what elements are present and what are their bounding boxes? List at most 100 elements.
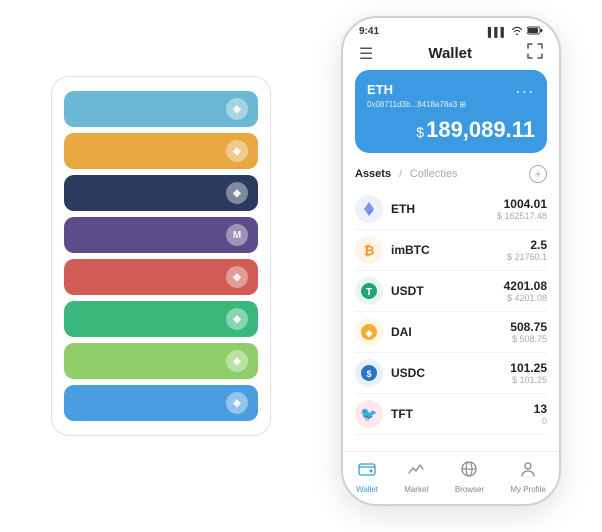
nav-icon-my-profile — [519, 460, 537, 483]
scene: ◆ ◆ ◆ M ◆ ◆ ◆ ◆ 9:41 ▌▌▌ ☰ — [21, 16, 581, 516]
card-item: ◆ — [64, 301, 258, 337]
nav-icon-browser — [460, 460, 478, 483]
asset-left: $ USDC — [355, 359, 425, 387]
asset-right: 4201.08$ 4201.08 — [504, 279, 547, 303]
phone: 9:41 ▌▌▌ ☰ Wallet — [341, 16, 561, 506]
nav-label-my-profile: My Profile — [510, 485, 546, 494]
asset-name: USDC — [391, 366, 425, 380]
asset-left: T USDT — [355, 277, 424, 305]
asset-icon-imbtc: ₿ — [355, 236, 383, 264]
nav-icon-wallet — [358, 460, 376, 483]
asset-amount: 4201.08 — [504, 279, 547, 293]
assets-header: Assets / Collecties + — [343, 161, 559, 189]
asset-usd: 0 — [534, 416, 547, 426]
battery-icon — [527, 26, 543, 37]
top-nav: ☰ Wallet — [343, 41, 559, 70]
expand-icon[interactable] — [527, 43, 543, 64]
card-item-icon: ◆ — [226, 392, 248, 414]
card-item-icon: ◆ — [226, 308, 248, 330]
asset-icon-dai: ◈ — [355, 318, 383, 346]
asset-icon-tft: 🐦 — [355, 400, 383, 428]
card-item-icon: ◆ — [226, 182, 248, 204]
nav-item-wallet[interactable]: Wallet — [356, 460, 378, 494]
status-icons: ▌▌▌ — [488, 26, 543, 37]
asset-list: ETH 1004.01$ 162517.48 ₿ imBTC 2.5$ 21760.1 T… — [343, 189, 559, 451]
menu-icon[interactable]: ☰ — [359, 44, 373, 64]
asset-amount: 101.25 — [510, 361, 547, 375]
nav-item-my-profile[interactable]: My Profile — [510, 460, 546, 494]
asset-right: 2.5$ 21760.1 — [507, 238, 547, 262]
card-item: ◆ — [64, 175, 258, 211]
eth-card-title: ETH — [367, 82, 393, 97]
add-asset-button[interactable]: + — [529, 165, 547, 183]
tab-slash: / — [399, 169, 402, 180]
asset-right: 101.25$ 101.25 — [510, 361, 547, 385]
asset-usd: $ 101.25 — [510, 375, 547, 385]
card-stack: ◆ ◆ ◆ M ◆ ◆ ◆ ◆ — [51, 76, 271, 436]
asset-amount: 508.75 — [510, 320, 547, 334]
eth-balance-amount: 189,089.11 — [426, 117, 535, 142]
card-item-icon: ◆ — [226, 266, 248, 288]
asset-usd: $ 508.75 — [510, 334, 547, 344]
eth-dollar-sign: $ — [416, 124, 424, 140]
page-title: Wallet — [428, 45, 472, 62]
eth-card-balance: $189,089.11 — [367, 117, 535, 143]
svg-text:$: $ — [366, 369, 371, 379]
assets-tabs: Assets / Collecties — [355, 168, 458, 180]
signal-icon: ▌▌▌ — [488, 27, 507, 37]
eth-card: ETH ... 0x08711d3b...8418a78a3 ⊞ $189,08… — [355, 70, 547, 153]
card-item: ◆ — [64, 259, 258, 295]
card-item: ◆ — [64, 133, 258, 169]
card-item: ◆ — [64, 385, 258, 421]
asset-name: TFT — [391, 407, 413, 421]
asset-left: ◈ DAI — [355, 318, 412, 346]
nav-label-browser: Browser — [455, 485, 484, 494]
asset-amount: 13 — [534, 402, 547, 416]
asset-item[interactable]: $ USDC 101.25$ 101.25 — [355, 353, 547, 394]
asset-name: DAI — [391, 325, 412, 339]
asset-icon-usdt: T — [355, 277, 383, 305]
nav-item-market[interactable]: Market — [404, 460, 428, 494]
tab-collecties[interactable]: Collecties — [410, 168, 458, 180]
svg-text:◈: ◈ — [365, 328, 374, 338]
asset-name: USDT — [391, 284, 424, 298]
eth-card-menu[interactable]: ... — [516, 80, 535, 98]
asset-item[interactable]: ◈ DAI 508.75$ 508.75 — [355, 312, 547, 353]
card-item: ◆ — [64, 343, 258, 379]
asset-item[interactable]: ₿ imBTC 2.5$ 21760.1 — [355, 230, 547, 271]
nav-label-wallet: Wallet — [356, 485, 378, 494]
asset-item[interactable]: ETH 1004.01$ 162517.48 — [355, 189, 547, 230]
asset-right: 1004.01$ 162517.48 — [497, 197, 547, 221]
asset-icon-eth — [355, 195, 383, 223]
svg-text:T: T — [366, 287, 372, 298]
status-bar: 9:41 ▌▌▌ — [343, 18, 559, 41]
card-item: M — [64, 217, 258, 253]
asset-item[interactable]: 🐦 TFT 130 — [355, 394, 547, 435]
card-item-icon: ◆ — [226, 350, 248, 372]
asset-left: ₿ imBTC — [355, 236, 430, 264]
card-item-icon: ◆ — [226, 140, 248, 162]
tab-assets[interactable]: Assets — [355, 168, 391, 180]
asset-usd: $ 162517.48 — [497, 211, 547, 221]
asset-icon-usdc: $ — [355, 359, 383, 387]
asset-right: 130 — [534, 402, 547, 426]
asset-usd: $ 21760.1 — [507, 252, 547, 262]
asset-name: imBTC — [391, 243, 430, 257]
nav-icon-market — [407, 460, 425, 483]
asset-item[interactable]: T USDT 4201.08$ 4201.08 — [355, 271, 547, 312]
asset-name: ETH — [391, 202, 415, 216]
asset-amount: 1004.01 — [497, 197, 547, 211]
card-item: ◆ — [64, 91, 258, 127]
eth-card-address: 0x08711d3b...8418a78a3 ⊞ — [367, 100, 535, 109]
asset-left: ETH — [355, 195, 415, 223]
nav-label-market: Market — [404, 485, 428, 494]
asset-right: 508.75$ 508.75 — [510, 320, 547, 344]
asset-left: 🐦 TFT — [355, 400, 413, 428]
asset-amount: 2.5 — [507, 238, 547, 252]
card-item-icon: ◆ — [226, 98, 248, 120]
nav-item-browser[interactable]: Browser — [455, 460, 484, 494]
card-item-icon: M — [226, 224, 248, 246]
wifi-icon — [511, 26, 523, 37]
bottom-nav: Wallet Market Browser My Profile — [343, 451, 559, 504]
time-label: 9:41 — [359, 26, 379, 37]
